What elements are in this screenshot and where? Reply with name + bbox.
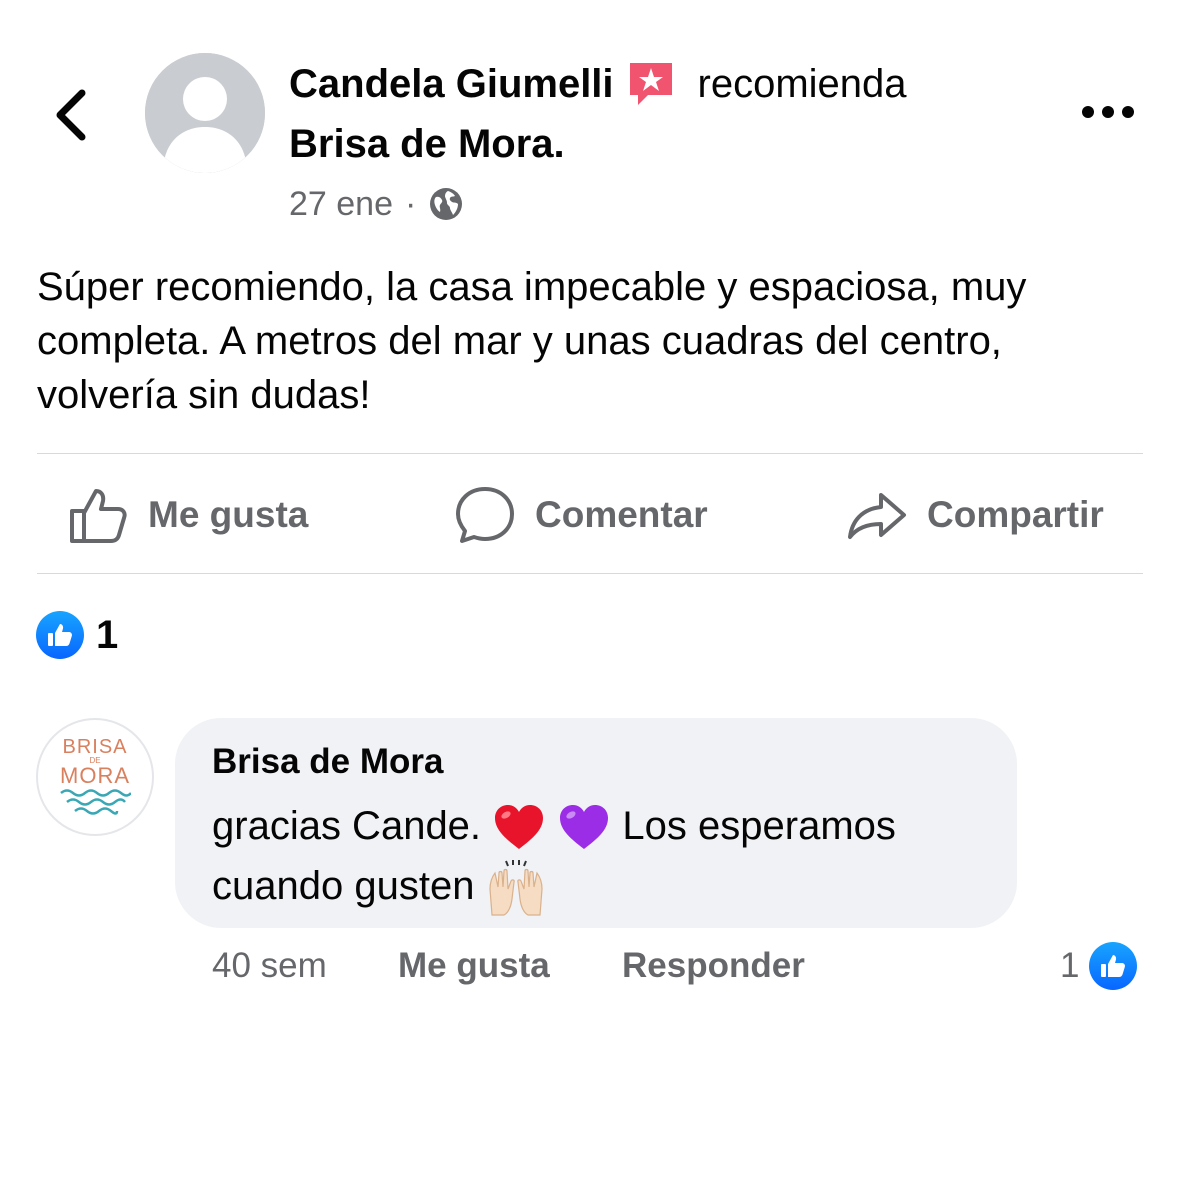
post-meta: 27 ene · xyxy=(289,180,464,228)
logo-text-line3: MORA xyxy=(60,763,130,788)
raising-hands-icon xyxy=(488,860,543,917)
divider-top xyxy=(37,453,1143,454)
comment-like-reaction-icon xyxy=(1089,942,1138,990)
comment-like-button[interactable]: Me gusta xyxy=(398,942,550,990)
more-options-button[interactable] xyxy=(1072,90,1144,134)
reactions-summary[interactable]: 1 xyxy=(36,610,118,660)
default-avatar-icon xyxy=(145,53,265,173)
like-label: Me gusta xyxy=(148,494,309,535)
comment-text-part1: gracias Cande. xyxy=(212,804,482,848)
thumbs-up-outline-icon xyxy=(70,489,127,543)
comment-author-avatar[interactable]: BRISA DE MORA xyxy=(36,718,154,836)
more-horizontal-icon xyxy=(1082,106,1134,118)
waves-logo-icon xyxy=(60,789,131,815)
share-label: Compartir xyxy=(927,494,1104,535)
red-heart-icon xyxy=(495,805,544,850)
reaction-count: 1 xyxy=(96,612,119,657)
comment-text: gracias Cande. Los esperamos cuando gust… xyxy=(212,796,1002,917)
globe-icon xyxy=(430,188,463,220)
comment-text-part3: cuando gusten xyxy=(212,864,475,908)
author-name[interactable]: Candela Giumelli xyxy=(289,62,614,107)
post-header-line1: Candela Giumelli recomienda xyxy=(289,56,907,112)
post-text: Súper recomiendo, la casa impecable y es… xyxy=(37,265,1027,417)
recommends-text: recomienda xyxy=(697,61,907,106)
post-header-line2: Brisa de Mora. xyxy=(289,116,565,172)
author-avatar[interactable] xyxy=(145,53,265,173)
comment-text-part2: Los esperamos xyxy=(622,804,896,848)
comment-reply-button[interactable]: Responder xyxy=(622,942,805,990)
comment-reactions[interactable]: 1 xyxy=(1060,942,1138,990)
like-button[interactable]: Me gusta xyxy=(68,480,308,550)
purple-heart-icon xyxy=(560,805,609,850)
comment-author-name[interactable]: Brisa de Mora xyxy=(212,742,443,782)
comment-time[interactable]: 40 sem xyxy=(212,942,327,990)
logo-text-line1: BRISA xyxy=(62,736,128,758)
comment-button[interactable]: Comentar xyxy=(455,480,708,550)
share-button[interactable]: Compartir xyxy=(847,480,1104,550)
like-reaction-icon xyxy=(36,611,84,659)
recommendation-icon xyxy=(626,59,676,109)
comment-bubble-icon xyxy=(456,487,514,543)
divider-bottom xyxy=(37,573,1143,574)
meta-separator: · xyxy=(405,184,417,223)
post-date[interactable]: 27 ene xyxy=(289,185,393,224)
recommended-page-name[interactable]: Brisa de Mora. xyxy=(289,122,565,167)
share-arrow-icon xyxy=(848,493,906,539)
comment-reaction-count: 1 xyxy=(1060,946,1080,985)
chevron-left-icon xyxy=(56,89,86,141)
back-button[interactable] xyxy=(40,80,100,150)
comment-label: Comentar xyxy=(535,494,708,535)
